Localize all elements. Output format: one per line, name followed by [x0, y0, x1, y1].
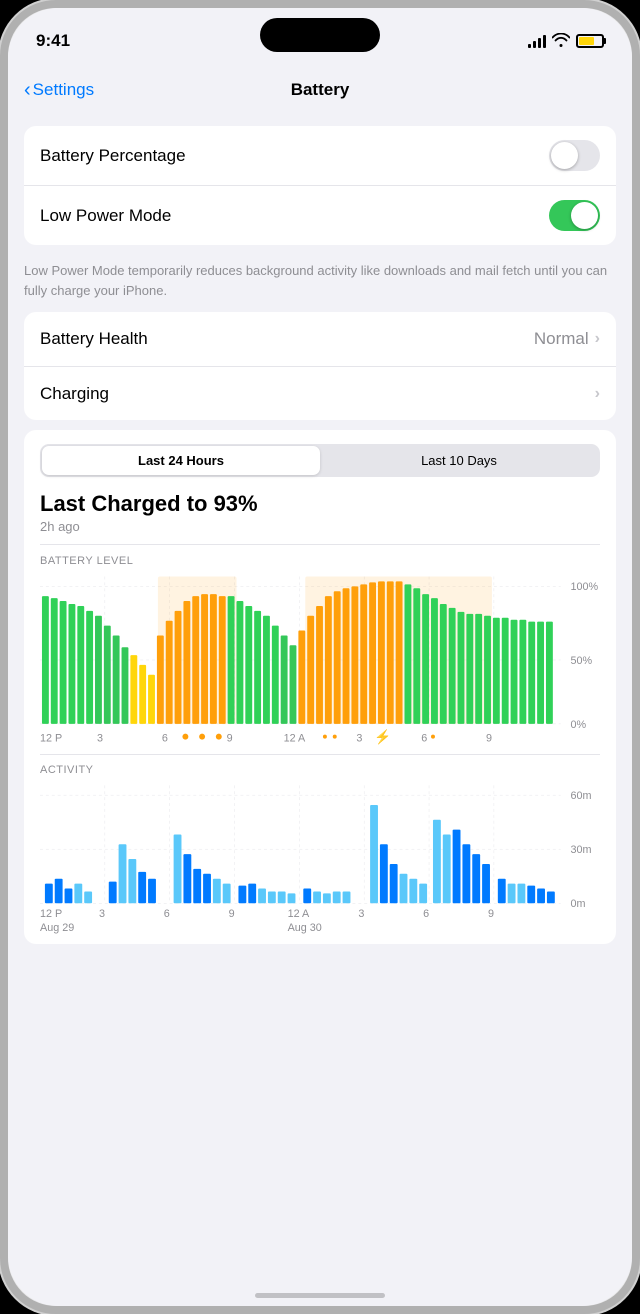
svg-text:0%: 0% — [571, 718, 587, 730]
last-charged-sub: 2h ago — [24, 519, 616, 544]
signal-icon — [528, 34, 546, 48]
svg-text:60m: 60m — [571, 790, 592, 802]
svg-text:⚡: ⚡ — [374, 728, 391, 744]
battery-level-chart: 100% 50% 0% ⚡ 12 P — [40, 575, 600, 745]
battery-percentage-toggle[interactable] — [549, 140, 600, 171]
svg-text:0m: 0m — [571, 898, 586, 910]
low-power-mode-row: Low Power Mode — [24, 185, 616, 245]
battery-percentage-label: Battery Percentage — [40, 146, 186, 166]
svg-text:3: 3 — [99, 908, 105, 920]
battery-level-label: BATTERY LEVEL — [24, 545, 616, 571]
svg-text:Aug 29: Aug 29 — [40, 922, 74, 934]
svg-text:12 P: 12 P — [40, 908, 62, 920]
battery-health-label: Battery Health — [40, 329, 148, 349]
battery-health-value: Normal — [534, 329, 589, 349]
battery-status-icon — [576, 34, 604, 48]
svg-text:3: 3 — [358, 908, 364, 920]
status-bar: 9:41 — [8, 8, 632, 62]
svg-text:9: 9 — [229, 908, 235, 920]
chevron-right-icon: › — [595, 330, 600, 348]
svg-text:6: 6 — [162, 732, 168, 744]
svg-text:6: 6 — [164, 908, 170, 920]
low-power-mode-label: Low Power Mode — [40, 206, 171, 226]
dynamic-island — [260, 18, 380, 52]
charging-label: Charging — [40, 384, 109, 404]
svg-text:12 P: 12 P — [40, 732, 62, 744]
battery-chart-area: 100% 50% 0% ⚡ 12 P — [24, 571, 616, 750]
chevron-right-charging-icon: › — [595, 385, 600, 403]
health-card: Battery Health Normal › Charging › — [24, 312, 616, 420]
last-charged-title: Last Charged to 93% — [24, 491, 616, 519]
svg-text:6: 6 — [421, 732, 427, 744]
svg-text:50%: 50% — [571, 654, 593, 666]
charging-row-item[interactable]: Charging › — [24, 366, 616, 420]
segment-24h[interactable]: Last 24 Hours — [42, 446, 320, 475]
wifi-icon — [552, 33, 570, 50]
activity-chart: 60m 30m 0m 12 P 3 6 9 12 A 3 6 9 Aug 29 — [40, 784, 600, 939]
page-title: Battery — [291, 80, 350, 100]
svg-text:12 A: 12 A — [288, 908, 310, 920]
charging-right: › — [595, 385, 600, 403]
activity-chart-area: 60m 30m 0m 12 P 3 6 9 12 A 3 6 9 Aug 29 — [24, 780, 616, 944]
battery-health-row[interactable]: Battery Health Normal › — [24, 312, 616, 366]
svg-text:6: 6 — [423, 908, 429, 920]
svg-text:Aug 30: Aug 30 — [288, 922, 322, 934]
svg-text:3: 3 — [97, 732, 103, 744]
phone-inner: 9:41 — [8, 8, 632, 1306]
back-button[interactable]: ‹ Settings — [24, 79, 94, 102]
battery-chart-section: Last 24 Hours Last 10 Days Last Charged … — [24, 430, 616, 944]
svg-text:12 A: 12 A — [284, 732, 306, 744]
content-area: Battery Percentage Low Power Mode Low Po… — [8, 118, 632, 1306]
low-power-description: Low Power Mode temporarily reduces backg… — [8, 255, 632, 312]
battery-fill — [579, 37, 594, 45]
svg-text:9: 9 — [486, 732, 492, 744]
home-indicator — [255, 1293, 385, 1298]
svg-text:30m: 30m — [571, 844, 592, 856]
battery-percentage-row: Battery Percentage — [24, 126, 616, 185]
svg-text:3: 3 — [356, 732, 362, 744]
status-time: 9:41 — [36, 31, 70, 51]
nav-bar: ‹ Settings Battery — [8, 62, 632, 118]
low-power-mode-toggle[interactable] — [549, 200, 600, 231]
svg-text:100%: 100% — [571, 581, 599, 593]
battery-health-right: Normal › — [534, 329, 600, 349]
toggle-knob — [551, 142, 578, 169]
back-label: Settings — [33, 80, 94, 100]
phone-frame: 9:41 — [0, 0, 640, 1314]
svg-text:9: 9 — [488, 908, 494, 920]
chevron-left-icon: ‹ — [24, 79, 31, 102]
status-icons — [528, 33, 604, 50]
segment-10d[interactable]: Last 10 Days — [320, 446, 598, 475]
time-range-control[interactable]: Last 24 Hours Last 10 Days — [40, 444, 600, 477]
activity-label: ACTIVITY — [24, 754, 616, 780]
toggle-knob-lpm — [571, 202, 598, 229]
toggles-card: Battery Percentage Low Power Mode — [24, 126, 616, 245]
svg-text:9: 9 — [227, 732, 233, 744]
